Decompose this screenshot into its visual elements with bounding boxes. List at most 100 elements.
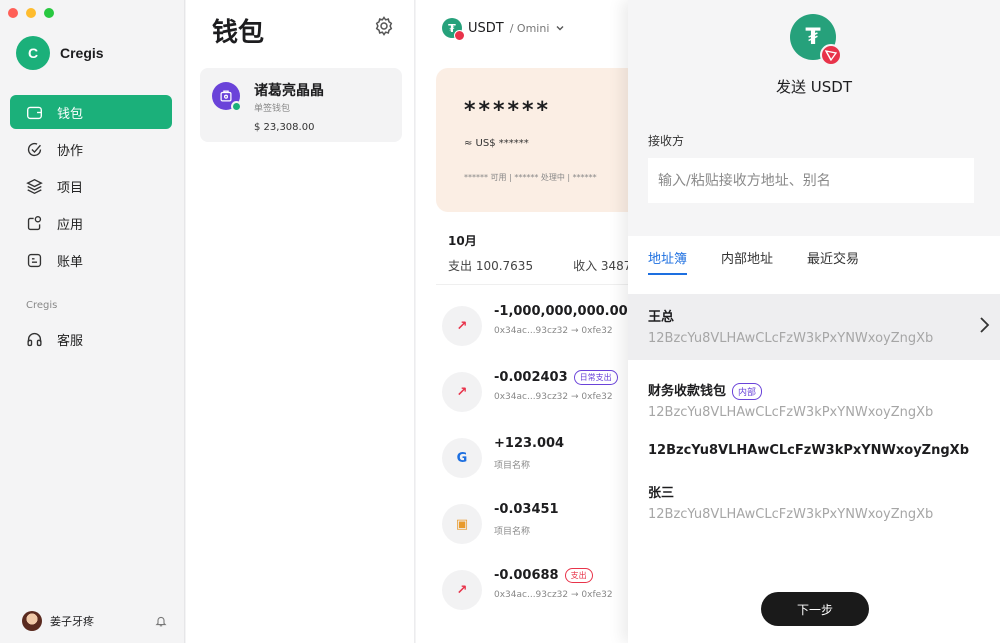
sidebar-item-label: 应用 — [57, 217, 84, 233]
tx-amount: -0.03451 — [494, 502, 559, 517]
sidebar: C Cregis 钱包 协作 项目 应用 账单 Cregis 客服 姜子牙疼 — [0, 0, 185, 643]
address-list: 地址簿 内部地址 最近交易 王总 12BzcYu8VLHAwCLcFzW3kPx… — [628, 236, 1000, 643]
tx-amount: -0.00688 支出 — [494, 568, 593, 583]
wallet-amount: $ 23,308.00 — [254, 122, 315, 133]
tx-amount: -1,000,000,000.00666 — [494, 304, 628, 319]
sidebar-item-wallet[interactable]: 钱包 — [10, 95, 172, 129]
sidebar-item-apps[interactable]: 应用 — [10, 206, 172, 240]
window-controls — [8, 8, 54, 18]
contact-address: 12BzcYu8VLHAwCLcFzW3kPxYNWxoyZngXb — [648, 331, 934, 346]
month-stats: 支出 100.7635 收入 3487.76 — [448, 257, 628, 274]
address-tabs: 地址簿 内部地址 最近交易 — [648, 248, 859, 275]
balance-breakdown: ****** 可用 | ****** 处理中 | ****** — [464, 173, 597, 182]
sidebar-item-label: 钱包 — [57, 106, 84, 122]
arrow-out-icon: ↗ — [442, 306, 482, 346]
tron-icon — [820, 44, 842, 66]
token-selector[interactable]: ₮ USDT / Omini — [442, 18, 565, 41]
sidebar-item-collab[interactable]: 协作 — [10, 132, 172, 166]
contact-item[interactable]: 王总 12BzcYu8VLHAwCLcFzW3kPxYNWxoyZngXb — [628, 294, 1000, 360]
sidebar-item-support[interactable]: 客服 — [10, 322, 172, 356]
verified-badge-icon — [231, 101, 242, 112]
zoom-window-button[interactable] — [44, 8, 54, 18]
next-button[interactable]: 下一步 — [761, 592, 869, 626]
transaction-row[interactable]: ▣ -0.03451 项目名称 — [442, 502, 628, 558]
layers-icon — [26, 178, 43, 194]
contact-name: 王总 — [648, 310, 675, 325]
wallet-type: 单签钱包 — [254, 104, 291, 114]
sidebar-item-label: 项目 — [57, 180, 84, 196]
balance-card: ****** ≈ US$ ****** ****** 可用 | ****** 处… — [436, 68, 628, 212]
contact-item[interactable]: 12BzcYu8VLHAwCLcFzW3kPxYNWxoyZngXb — [628, 434, 1000, 468]
contact-address: 12BzcYu8VLHAwCLcFzW3kPxYNWxoyZngXb — [648, 405, 934, 420]
contact-name: 张三 — [648, 486, 675, 501]
arrow-out-icon: ↗ — [442, 570, 482, 610]
send-panel: ₮ 发送 USDT 接收方 地址簿 内部地址 最近交易 王总 12BzcYu8V… — [628, 0, 1000, 643]
contact-item[interactable]: 张三 12BzcYu8VLHAwCLcFzW3kPxYNWxoyZngXb — [628, 472, 1000, 528]
user-name: 姜子牙疼 — [50, 615, 94, 628]
tx-tag: 日常支出 — [573, 370, 618, 385]
apps-icon — [27, 215, 42, 230]
page-title: 钱包 — [212, 18, 265, 48]
project-g-icon: G — [442, 438, 482, 478]
wallet-list-panel: 钱包 诸葛亮晶晶 单签钱包 $ 23,308.00 — [186, 0, 415, 643]
wallet-card[interactable]: 诸葛亮晶晶 单签钱包 $ 23,308.00 — [200, 68, 402, 142]
sidebar-item-label: 客服 — [57, 333, 84, 349]
bell-icon[interactable] — [155, 615, 167, 627]
tx-addresses: 0x34ac...93cz32 → 0xfe32 — [494, 392, 613, 402]
tx-addresses: 0x34ac...93cz32 → 0xfe32 — [494, 326, 613, 336]
chevron-down-icon — [556, 26, 564, 31]
wallet-icon — [27, 106, 42, 119]
balance-usd: ≈ US$ ****** — [464, 138, 529, 149]
tx-tag: 支出 — [564, 568, 593, 583]
balance-hidden: ****** — [464, 98, 552, 123]
safe-icon — [220, 90, 232, 102]
transaction-row[interactable]: ↗ -1,000,000,000.00666 0x34ac...93cz32 →… — [442, 304, 628, 360]
tab-recent-transactions[interactable]: 最近交易 — [807, 248, 859, 275]
check-circle-icon — [27, 142, 42, 156]
sidebar-nav: 钱包 协作 项目 应用 账单 — [10, 95, 172, 280]
token-network: / Omini — [509, 21, 550, 35]
sidebar-item-projects[interactable]: 项目 — [10, 169, 172, 203]
receiver-input[interactable] — [648, 158, 974, 203]
wallet-name: 诸葛亮晶晶 — [254, 83, 324, 99]
contact-item[interactable]: 财务收款钱包 内部 12BzcYu8VLHAwCLcFzW3kPxYNWxoyZn… — [628, 370, 1000, 426]
panel-title: 发送 USDT — [776, 78, 852, 96]
cregis-logo-icon: C — [16, 36, 50, 70]
minimize-window-button[interactable] — [26, 8, 36, 18]
tx-project: 项目名称 — [494, 461, 531, 471]
arrow-out-icon: ↗ — [442, 372, 482, 412]
tab-internal-address[interactable]: 内部地址 — [721, 248, 773, 275]
transaction-row[interactable]: G +123.004 项目名称 — [442, 436, 628, 492]
internal-badge: 内部 — [732, 383, 763, 400]
receiver-label: 接收方 — [648, 134, 685, 148]
chevron-right-icon — [980, 317, 990, 333]
tx-amount: -0.002403 日常支出 — [494, 370, 618, 385]
wallet-avatar — [212, 82, 242, 112]
gear-icon[interactable] — [374, 16, 394, 36]
tx-project: 项目名称 — [494, 527, 531, 537]
divider — [436, 284, 628, 285]
income-total: 收入 3487.76 — [573, 259, 628, 273]
transaction-row[interactable]: ↗ -0.00688 支出 0x34ac...93cz32 → 0xfe32 — [442, 568, 628, 624]
tether-icon: ₮ — [442, 18, 465, 41]
contact-name: 财务收款钱包 内部 — [648, 380, 763, 400]
user-profile[interactable]: 姜子牙疼 — [22, 611, 167, 631]
tab-address-book[interactable]: 地址簿 — [648, 248, 688, 275]
month-label: 10月 — [448, 234, 477, 248]
brand-name: Cregis — [60, 45, 104, 61]
tx-addresses: 0x34ac...93cz32 → 0xfe32 — [494, 590, 613, 600]
sidebar-item-label: 协作 — [57, 143, 84, 159]
close-window-button[interactable] — [8, 8, 18, 18]
tx-amount: +123.004 — [494, 436, 565, 451]
sidebar-item-bills[interactable]: 账单 — [10, 243, 172, 277]
contact-name: 12BzcYu8VLHAwCLcFzW3kPxYNWxoyZngXb — [648, 443, 969, 458]
contact-address: 12BzcYu8VLHAwCLcFzW3kPxYNWxoyZngXb — [648, 507, 934, 522]
brand: C Cregis — [16, 36, 104, 70]
transaction-row[interactable]: ↗ -0.002403 日常支出 0x34ac...93cz32 → 0xfe32 — [442, 370, 628, 426]
headset-icon — [27, 332, 42, 346]
token-symbol: USDT — [468, 20, 504, 36]
sidebar-item-label: 账单 — [57, 254, 84, 270]
tether-icon: ₮ — [790, 14, 842, 66]
bill-icon — [27, 253, 42, 267]
expense-total: 支出 100.7635 — [448, 259, 534, 273]
